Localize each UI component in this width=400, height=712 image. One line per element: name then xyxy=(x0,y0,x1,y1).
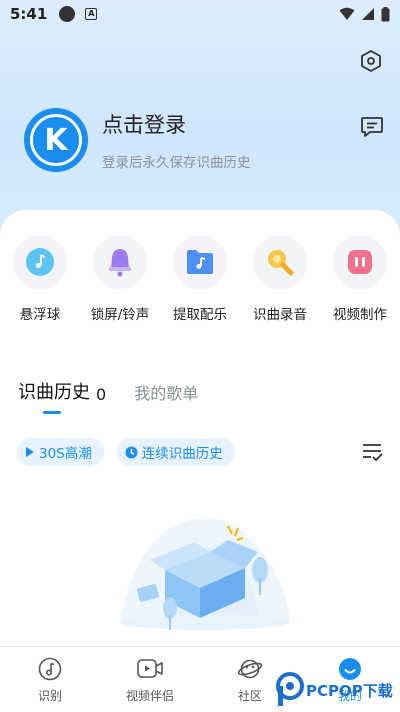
video-make-icon xyxy=(348,250,372,274)
empty-box-illustration xyxy=(120,518,290,630)
nav-label: 识别 xyxy=(37,689,62,703)
notification-dot-icon xyxy=(59,6,76,22)
status-time: 5:41 xyxy=(10,5,48,23)
login-title[interactable]: 点击登录 xyxy=(102,109,251,139)
tool-lockscreen-ringtone[interactable]: 锁屏/铃声 xyxy=(80,235,160,323)
record-bulb-icon xyxy=(268,250,294,276)
hexagon-settings-icon xyxy=(361,50,381,72)
nav-item-recognize[interactable]: 识别 xyxy=(10,657,90,704)
pcpop-watermark: PCPOP下载 xyxy=(276,672,393,708)
settings-button[interactable] xyxy=(358,48,384,74)
batch-manage-button[interactable] xyxy=(360,440,384,464)
login-profile[interactable]: K 点击登录 登录后永久保存识曲历史 xyxy=(24,108,251,172)
watermark-text: PCPOP下载 xyxy=(306,681,393,700)
content-sheet: 悬浮球 锁屏/铃声 提取配乐 识曲录音 视频制作 识曲历史 0 我的歌单 30S… xyxy=(0,210,400,646)
tool-label: 提取配乐 xyxy=(173,307,227,323)
planet-icon xyxy=(237,659,263,679)
tool-floating-ball[interactable]: 悬浮球 xyxy=(0,235,80,323)
tool-label: 识曲录音 xyxy=(253,307,307,323)
music-note-icon xyxy=(38,657,62,681)
video-icon xyxy=(137,659,163,678)
status-bar: 5:41 A xyxy=(0,0,400,28)
tool-label: 锁屏/铃声 xyxy=(90,307,150,323)
tool-label: 视频制作 xyxy=(333,307,387,323)
nav-item-video-companion[interactable]: 视频伴侣 xyxy=(110,657,190,704)
history-tabs: 识曲历史 0 我的歌单 xyxy=(18,378,198,404)
tool-label: 悬浮球 xyxy=(19,307,61,323)
tab-my-playlist[interactable]: 我的歌单 xyxy=(134,380,198,404)
wifi-icon xyxy=(339,7,355,20)
signal-icon xyxy=(362,8,374,20)
list-check-icon xyxy=(363,444,383,462)
chip-label: 连续识曲历史 xyxy=(141,446,223,462)
battery-icon xyxy=(381,6,390,21)
status-a-icon: A xyxy=(85,8,98,20)
tool-grid: 悬浮球 锁屏/铃声 提取配乐 识曲录音 视频制作 xyxy=(0,235,400,325)
tab-recognition-history[interactable]: 识曲历史 xyxy=(18,378,90,404)
message-button[interactable] xyxy=(358,114,386,140)
avatar[interactable]: K xyxy=(24,108,88,172)
login-subtitle: 登录后永久保存识曲历史 xyxy=(102,155,251,171)
avatar-logo-letter: K xyxy=(44,122,68,158)
active-tab-indicator xyxy=(43,411,61,414)
play-icon xyxy=(26,447,34,457)
message-icon xyxy=(361,117,383,137)
tool-record-recognize[interactable]: 识曲录音 xyxy=(240,235,320,323)
continuous-history-button[interactable]: 连续识曲历史 xyxy=(116,438,235,466)
pcpop-logo-icon xyxy=(276,672,304,706)
tool-extract-music[interactable]: 提取配乐 xyxy=(160,235,240,323)
tool-video-making[interactable]: 视频制作 xyxy=(320,235,400,323)
nav-label: 视频伴侣 xyxy=(125,689,174,703)
chorus-30s-button[interactable]: 30S高潮 xyxy=(17,438,104,466)
music-folder-icon xyxy=(187,250,213,274)
chip-label: 30S高潮 xyxy=(39,446,92,462)
clock-icon xyxy=(125,446,138,458)
bell-icon xyxy=(109,249,131,277)
music-ball-icon xyxy=(26,248,54,276)
nav-label: 社区 xyxy=(237,689,262,703)
history-count: 0 xyxy=(96,385,107,404)
filter-chips: 30S高潮 连续识曲历史 xyxy=(17,438,235,466)
